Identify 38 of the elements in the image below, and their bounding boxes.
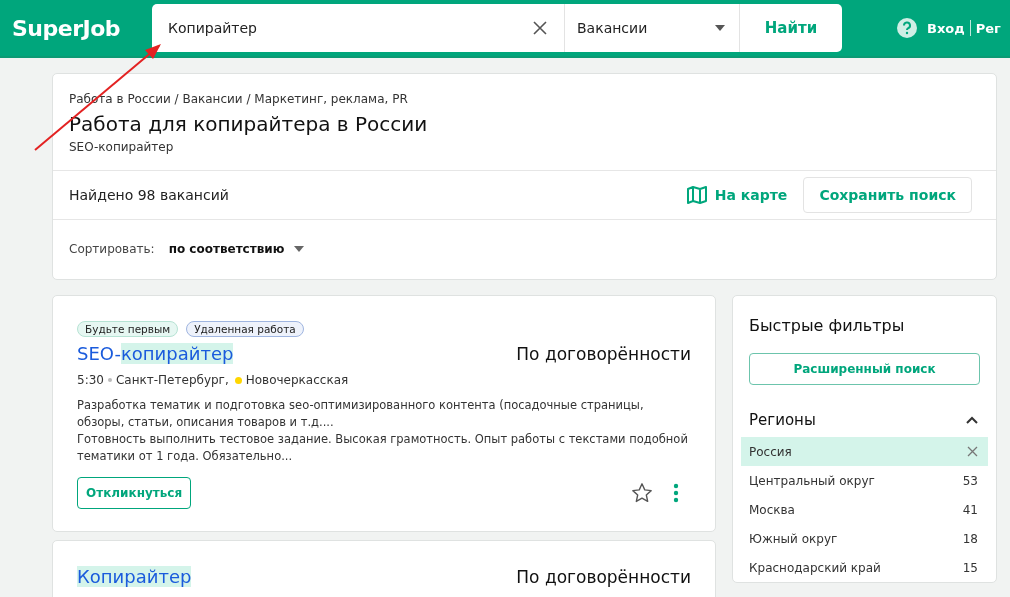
map-icon[interactable] [686,186,707,204]
region-count: 15 [962,560,978,575]
favorite-star-icon[interactable] [631,482,653,504]
vacancy-description: Готовность выполнить тестовое задание. Высокая грамотность. Опыт работы с текстами подобной тематики от 1 года. Обязательно... [77,431,689,465]
vacancy-description: Разработка тематик и подготовка seo-оптимизированного контента (посадочные страницы, обзоры, статьи, описания товаров и т.д.... [77,397,645,431]
metro-station: Новочеркасская [245,373,349,387]
chevron-up-icon[interactable] [966,416,978,424]
vacancy-title-link[interactable]: Копирайтер [77,566,192,587]
clear-icon[interactable] [532,20,548,36]
region-item[interactable]: Южный округ 18 [741,524,988,553]
sort-dropdown[interactable]: по соответствию [168,242,305,256]
search-field[interactable]: Копирайтер [168,13,532,43]
region-item[interactable]: Центральный округ 53 [741,466,988,495]
region-count: 53 [962,473,978,488]
tag: Удаленная работа [186,321,304,337]
category-dropdown[interactable]: Вакансии [565,4,740,52]
salary: По договорённости [516,343,691,364]
region-count: 18 [962,531,978,546]
time-text: 5:30 [77,373,104,387]
caret-icon [715,25,725,31]
results-count: Найдено 98 вакансий [69,187,229,203]
subtitle: SEO-копирайтер [69,140,175,154]
region-count: 41 [962,502,978,517]
salary: По договорённости [516,566,691,587]
regions-title: Регионы [749,411,816,429]
tag: Будьте первым [77,321,179,337]
page-title: Работа для копирайтера в России [69,112,429,136]
close-icon[interactable] [967,446,978,457]
help-icon[interactable] [896,17,918,39]
filters-title: Быстрые фильтры [749,316,906,335]
caret-icon [294,246,305,252]
region-item[interactable]: Россия [741,437,988,466]
sort-label: Сортировать: [69,242,155,256]
region-item[interactable]: Краснодарский край 15 [741,553,988,582]
search-bar[interactable]: Копирайтер Вакансии Найти [152,4,842,52]
region-item[interactable]: Москва 41 [741,495,988,524]
city-text: Санкт-Петербург, [115,373,229,387]
more-icon[interactable] [673,483,679,503]
